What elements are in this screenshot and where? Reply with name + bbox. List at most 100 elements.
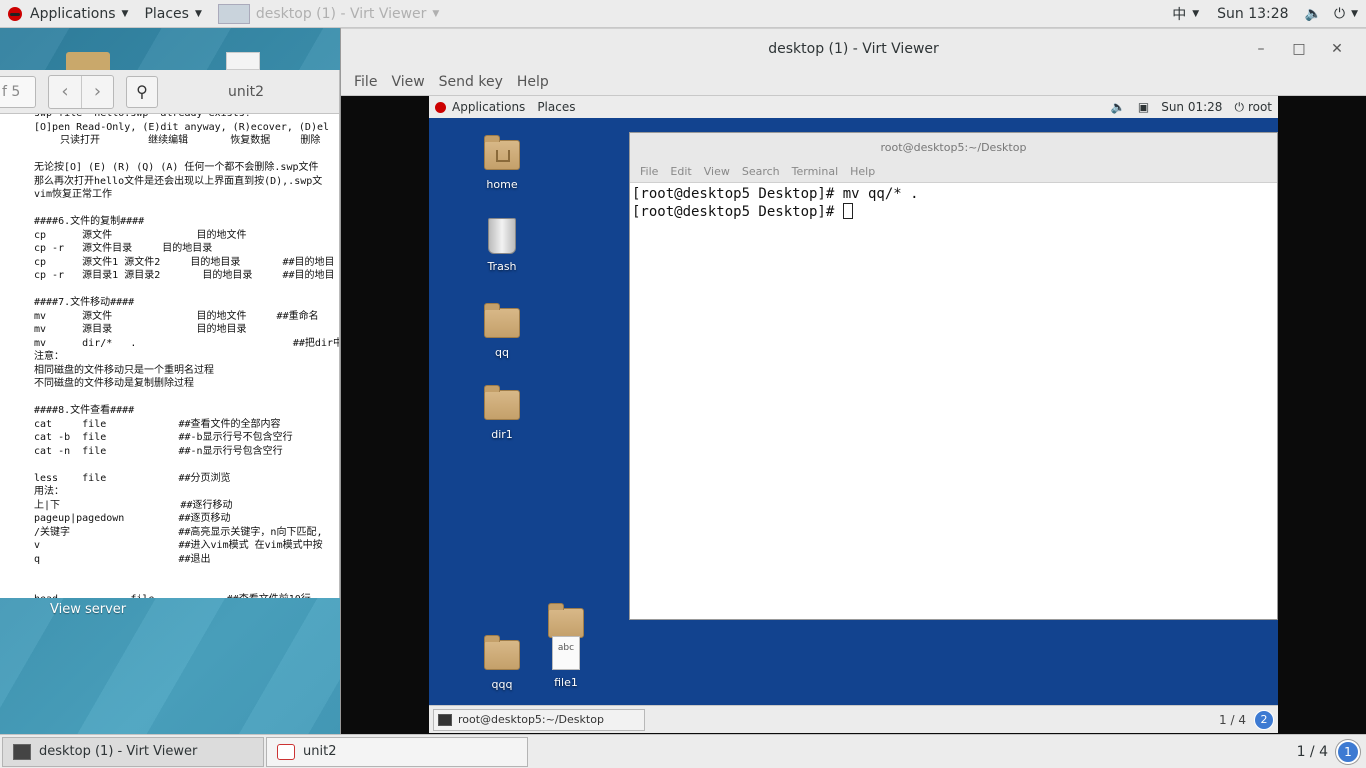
terminal-menu-help[interactable]: Help [844, 165, 881, 178]
document-line: v ##进入vim模式 在vim模式中按 [34, 540, 323, 551]
menu-view[interactable]: View [384, 74, 431, 90]
guest-bottom-bar: root@desktop5:~/Desktop 1 / 4 2 [429, 705, 1278, 733]
page-navigation: ‹ › [48, 74, 114, 109]
document-line: cp -r 源目录1 源目录2 目的地目录 ##目的地目 [34, 270, 335, 281]
desktop-icon-qq[interactable]: qq [467, 303, 537, 359]
guest-applications-menu[interactable]: Applications [429, 100, 531, 114]
document-toolbar: f 5 ‹ › ⚲ unit2 [0, 70, 339, 114]
search-button[interactable]: ⚲ [126, 75, 158, 108]
menu-file[interactable]: File [347, 74, 384, 90]
document-line: 只读打开 继续编辑 恢复数据 删除 [60, 135, 321, 146]
guest-notification-badge[interactable]: 2 [1254, 709, 1274, 730]
terminal-titlebar[interactable]: root@desktop5:~/Desktop [630, 133, 1277, 161]
power-icon[interactable]: ⏻ [1328, 6, 1351, 22]
chevron-down-icon: ▼ [432, 8, 440, 19]
terminal-cursor [842, 203, 853, 219]
menu-help[interactable]: Help [510, 74, 556, 90]
document-line: 不同磁盘的文件移动是复制删除过程 [34, 378, 194, 389]
input-method-indicator[interactable]: 中 [1166, 4, 1192, 24]
taskbar-item-unit2[interactable]: unit2 [266, 736, 528, 767]
document-line: cat -n file ##-n显示行号包含空行 [34, 445, 283, 457]
guest-clock[interactable]: Sun 01:28 [1155, 100, 1228, 114]
guest-places-menu[interactable]: Places [531, 100, 581, 114]
host-bottom-bar: desktop (1) - Virt Viewer unit2 1 / 4 1 [0, 734, 1366, 768]
text-file-icon: abc [552, 636, 580, 670]
document-line: 那么再次打开hello文件是还会出现以上界面直到按(D),.swp文 [34, 175, 323, 187]
terminal-menu-terminal[interactable]: Terminal [786, 165, 845, 178]
search-icon: ⚲ [136, 82, 148, 101]
desktop-icon-trash[interactable]: Trash [467, 218, 537, 273]
chevron-down-icon: ▼ [121, 8, 129, 19]
chevron-down-icon: ▼ [1351, 8, 1358, 19]
document-line: 上|下 ##逐行移动 [34, 499, 233, 511]
document-line: 用法： [34, 486, 64, 497]
document-line [34, 202, 339, 216]
document-line: ####7.文件移动#### [34, 297, 135, 308]
document-content: swp file "hello.swp" already exists![O]p… [0, 114, 339, 598]
guest-workspace-indicator[interactable]: 1 / 4 [1219, 713, 1254, 727]
workspace-indicator[interactable]: 1 / 4 [1297, 744, 1336, 760]
document-line: cat -b file ##-b显示行号不包含空行 [34, 432, 293, 443]
desktop-icon-qqq[interactable]: qqq [467, 635, 537, 691]
window-thumbnail-icon [217, 3, 250, 24]
chevron-down-icon: ▼ [194, 8, 202, 19]
terminal-prompt-line: [root@desktop5 Desktop]# [632, 203, 1275, 221]
redhat-icon [435, 101, 446, 113]
places-menu[interactable]: Places ▼ [136, 0, 209, 28]
view-server-label: View server [50, 602, 127, 617]
applications-menu[interactable]: Applications ▼ [0, 0, 136, 28]
folder-icon [484, 635, 520, 670]
desktop-icon-home[interactable]: home [467, 135, 537, 191]
active-window-menu[interactable]: desktop (1) - Virt Viewer ▼ [210, 0, 447, 28]
maximize-button[interactable]: □ [1280, 41, 1318, 57]
clock[interactable]: Sun 13:28 [1207, 6, 1298, 22]
terminal-line: [root@desktop5 Desktop]# mv qq/* . [632, 186, 919, 202]
menu-send-key[interactable]: Send key [432, 74, 510, 90]
minimize-button[interactable]: – [1242, 41, 1280, 57]
document-title: unit2 [228, 83, 265, 100]
desktop-icon-dir1[interactable]: dir1 [467, 385, 537, 441]
notification-badge[interactable]: 1 [1336, 739, 1360, 764]
terminal-menu-file[interactable]: File [634, 165, 664, 178]
guest-desktop-area[interactable]: home Trash qq dir1 qqq abc file1 root@de… [429, 118, 1278, 705]
document-line: vim恢复正常工作 [34, 189, 113, 200]
terminal-menubar: File Edit View Search Terminal Help [630, 161, 1277, 183]
terminal-menu-view[interactable]: View [698, 165, 736, 178]
document-line: ####6.文件的复制#### [34, 216, 145, 227]
taskbar-item-virt-viewer[interactable]: desktop (1) - Virt Viewer [2, 736, 264, 767]
volume-icon[interactable]: 🔈 [1299, 6, 1328, 22]
document-line: mv 源文件 目的地文件 ##重命名 [34, 310, 319, 322]
terminal-output[interactable]: [root@desktop5 Desktop]# mv qq/* . [root… [630, 183, 1277, 223]
virt-viewer-menubar: File View Send key Help [341, 68, 1366, 96]
terminal-menu-search[interactable]: Search [736, 165, 786, 178]
previous-page-button[interactable]: ‹ [49, 76, 81, 108]
desktop-icon-file1[interactable]: abc file1 [531, 636, 601, 689]
page-number-field[interactable]: f 5 [0, 75, 36, 108]
document-line [34, 391, 339, 405]
terminal-menu-edit[interactable]: Edit [664, 165, 697, 178]
document-viewer-icon [277, 743, 295, 760]
chevron-down-icon: ▼ [1192, 8, 1200, 19]
user-menu[interactable]: ⏻ root [1228, 100, 1278, 115]
guest-display[interactable]: Applications Places 🔈 ▣ Sun 01:28 ⏻ root [341, 96, 1366, 734]
network-icon[interactable]: ▣ [1132, 100, 1155, 114]
host-desktop-folder-icon[interactable] [66, 52, 110, 70]
folder-icon [484, 385, 520, 420]
guest-desktop[interactable]: Applications Places 🔈 ▣ Sun 01:28 ⏻ root [429, 96, 1278, 733]
guest-top-bar: Applications Places 🔈 ▣ Sun 01:28 ⏻ root [429, 96, 1278, 118]
guest-taskbar-item-terminal[interactable]: root@desktop5:~/Desktop [433, 708, 645, 731]
document-line: head file ##查看文件前10行 [34, 593, 339, 598]
terminal-icon [438, 713, 452, 726]
redhat-icon [8, 6, 22, 21]
terminal-window[interactable]: root@desktop5:~/Desktop File Edit View S… [629, 132, 1278, 620]
document-line: /关键字 ##高亮显示关键字，n向下匹配, [34, 526, 323, 538]
document-line [34, 148, 339, 162]
close-button[interactable]: ✕ [1318, 41, 1356, 57]
document-line: cp -r 源文件目录 目的地目录 [34, 243, 213, 254]
host-desktop-file-icon[interactable] [226, 52, 260, 70]
trash-icon [488, 218, 516, 254]
virt-viewer-titlebar[interactable]: desktop (1) - Virt Viewer – □ ✕ [341, 28, 1366, 68]
volume-icon[interactable]: 🔈 [1105, 100, 1132, 114]
home-folder-icon [484, 135, 520, 170]
next-page-button[interactable]: › [81, 75, 113, 108]
